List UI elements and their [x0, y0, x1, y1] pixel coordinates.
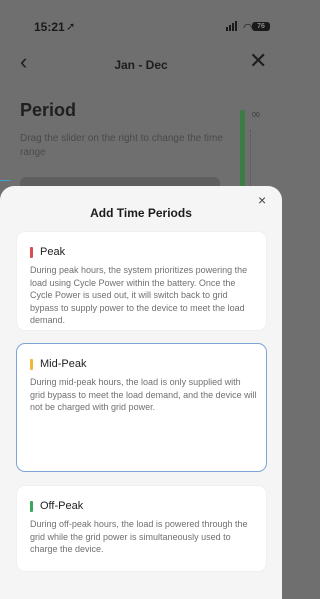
dashed-indicator: [0, 180, 10, 181]
card-description: During off-peak hours, the load is power…: [30, 519, 248, 554]
slider-label: 00: [252, 112, 260, 119]
slider-ticks: [250, 130, 265, 190]
period-card-peak[interactable]: Peak During peak hours, the system prior…: [16, 231, 267, 331]
battery-icon: 76: [252, 22, 270, 31]
sheet-close-icon[interactable]: ×: [258, 192, 266, 208]
period-card-off-peak[interactable]: Off-Peak During off-peak hours, the load…: [16, 485, 267, 572]
sheet-title: Add Time Periods: [90, 206, 192, 220]
period-heading: Period: [20, 100, 77, 120]
card-title: Off-Peak: [40, 500, 84, 512]
status-bar: 15:21 ➚ ◠ 76: [0, 0, 282, 44]
add-time-periods-sheet: Add Time Periods × Peak During peak hour…: [0, 186, 282, 599]
navigation-arrow-icon: ➚: [66, 21, 76, 33]
status-time: 15:21: [34, 20, 65, 34]
close-icon[interactable]: ✕: [249, 50, 267, 72]
card-title: Peak: [40, 246, 66, 258]
off-peak-color-bar: [30, 501, 33, 512]
period-card-mid-peak[interactable]: Mid-Peak During mid-peak hours, the load…: [16, 343, 267, 472]
period-description: Drag the slider on the right to change t…: [20, 133, 223, 158]
cellular-signal-icon: [226, 21, 240, 31]
card-description: During peak hours, the system prioritize…: [30, 265, 248, 325]
card-description: During mid-peak hours, the load is only …: [30, 377, 257, 412]
page-title: Jan - Dec: [114, 58, 168, 72]
peak-color-bar: [30, 247, 33, 258]
mid-peak-color-bar: [30, 359, 33, 370]
card-title: Mid-Peak: [40, 358, 87, 370]
